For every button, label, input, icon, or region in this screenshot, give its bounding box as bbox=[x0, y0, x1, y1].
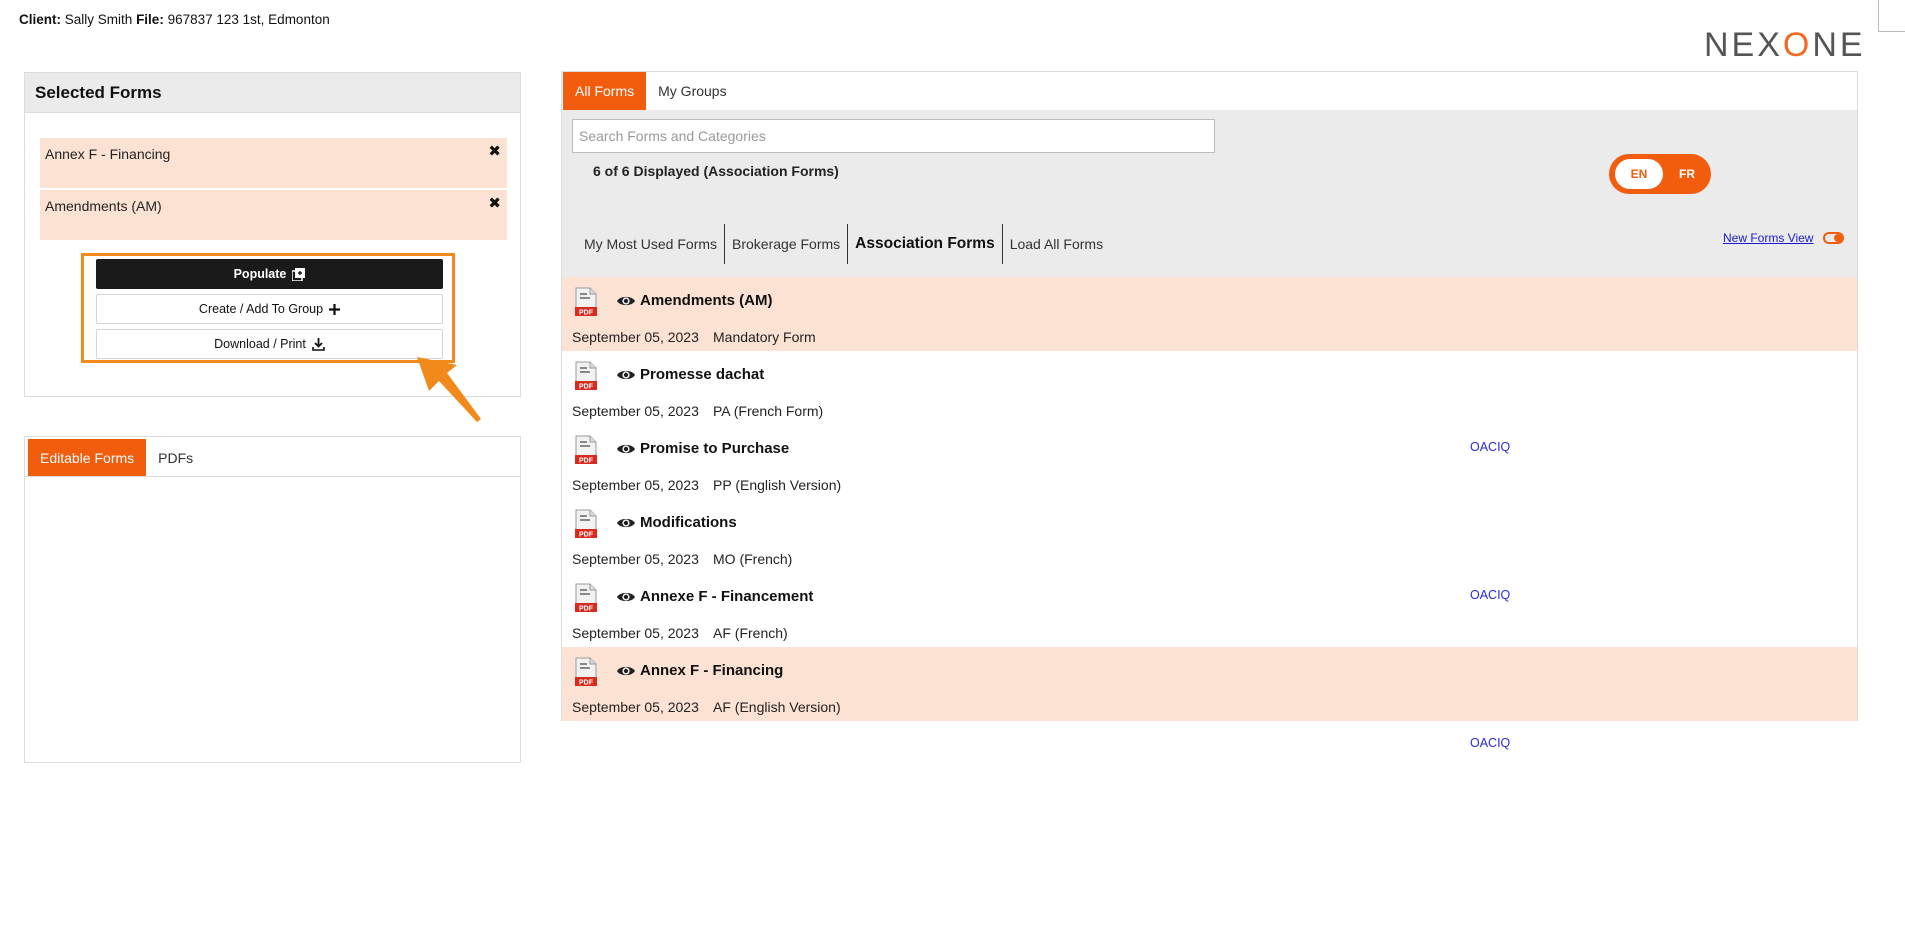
nexone-logo: NEXONE bbox=[1704, 26, 1866, 64]
remove-icon[interactable]: ✖ bbox=[488, 194, 501, 212]
form-row[interactable]: PDF Modifications September 05, 2023 MO … bbox=[562, 499, 1857, 602]
category-association[interactable]: Association Forms bbox=[848, 224, 1003, 264]
form-code: AF (English Version) bbox=[713, 699, 841, 715]
create-add-group-button[interactable]: Create / Add To Group bbox=[96, 294, 443, 324]
form-code: AF (French) bbox=[713, 625, 788, 641]
corner-box bbox=[1878, 0, 1905, 32]
category-load-all[interactable]: Load All Forms bbox=[1003, 224, 1110, 264]
form-row[interactable]: PDF Annex F - Financing September 05, 20… bbox=[562, 647, 1857, 750]
selected-forms-panel: Selected Forms Annex F - Financing ✖ Ame… bbox=[24, 72, 521, 397]
form-date: September 05, 2023 bbox=[572, 625, 699, 641]
lang-en-option[interactable]: EN bbox=[1615, 159, 1663, 189]
eye-icon[interactable] bbox=[616, 590, 636, 604]
form-code: PP (English Version) bbox=[713, 477, 842, 493]
forms-panel: All Forms My Groups 6 of 6 Displayed (As… bbox=[561, 71, 1858, 750]
form-date: September 05, 2023 bbox=[572, 699, 699, 715]
eye-icon[interactable] bbox=[616, 294, 636, 308]
category-most-used[interactable]: My Most Used Forms bbox=[577, 224, 726, 264]
new-forms-view: New Forms View bbox=[1723, 231, 1845, 245]
form-date: September 05, 2023 bbox=[572, 403, 699, 419]
category-nav: My Most Used Forms Brokerage Forms Assoc… bbox=[577, 224, 1110, 264]
new-forms-view-toggle[interactable] bbox=[1823, 232, 1845, 244]
svg-text:PDF: PDF bbox=[579, 458, 594, 465]
download-print-button[interactable]: Download / Print bbox=[96, 329, 443, 359]
form-date: September 05, 2023 bbox=[572, 477, 699, 493]
plus-icon bbox=[329, 303, 341, 315]
search-input[interactable] bbox=[572, 119, 1215, 153]
svg-text:PDF: PDF bbox=[579, 606, 594, 613]
form-row[interactable]: PDF Amendments (AM) September 05, 2023 M… bbox=[562, 277, 1857, 351]
populate-icon bbox=[292, 267, 306, 281]
form-row[interactable]: PDF Annexe F - Financement September 05,… bbox=[562, 573, 1857, 647]
lang-fr-option[interactable]: FR bbox=[1667, 159, 1707, 189]
selected-form-label: Amendments (AM) bbox=[45, 198, 162, 214]
eye-icon[interactable] bbox=[616, 442, 636, 456]
form-date: September 05, 2023 bbox=[572, 329, 699, 345]
tab-editable-forms[interactable]: Editable Forms bbox=[28, 439, 147, 476]
form-title[interactable]: Promesse dachat bbox=[640, 366, 764, 383]
svg-text:PDF: PDF bbox=[579, 532, 594, 539]
form-row[interactable]: PDF Promesse dachat September 05, 2023 P… bbox=[562, 351, 1857, 454]
form-row[interactable]: PDF Promise to Purchase September 05, 20… bbox=[562, 425, 1857, 499]
actions-callout-box: Populate Create / Add To Group Download … bbox=[81, 253, 455, 363]
editable-tabs: Editable Forms PDFs bbox=[25, 437, 520, 477]
pdf-icon: PDF bbox=[575, 435, 597, 465]
editable-forms-panel: Editable Forms PDFs bbox=[24, 436, 521, 763]
forms-tabs: All Forms My Groups bbox=[562, 72, 1857, 110]
eye-icon[interactable] bbox=[616, 664, 636, 678]
form-date: September 05, 2023 bbox=[572, 551, 699, 567]
tab-pdfs[interactable]: PDFs bbox=[146, 439, 205, 476]
eye-icon[interactable] bbox=[616, 516, 636, 530]
form-title[interactable]: Annex F - Financing bbox=[640, 662, 783, 679]
selected-form-item: Annex F - Financing ✖ bbox=[40, 138, 507, 188]
form-code: Mandatory Form bbox=[713, 329, 816, 345]
svg-text:PDF: PDF bbox=[579, 384, 594, 391]
category-brokerage[interactable]: Brokerage Forms bbox=[725, 224, 849, 264]
pdf-icon: PDF bbox=[575, 509, 597, 539]
pdf-icon: PDF bbox=[575, 287, 597, 317]
form-title[interactable]: Promise to Purchase bbox=[640, 440, 789, 457]
pdf-icon: PDF bbox=[575, 361, 597, 391]
eye-icon[interactable] bbox=[616, 368, 636, 382]
selected-form-item: Amendments (AM) ✖ bbox=[40, 190, 507, 240]
svg-text:PDF: PDF bbox=[579, 310, 594, 317]
populate-button[interactable]: Populate bbox=[96, 259, 443, 289]
tab-my-groups[interactable]: My Groups bbox=[646, 72, 738, 110]
form-list: PDF Amendments (AM) September 05, 2023 M… bbox=[562, 277, 1857, 750]
client-label: Client: bbox=[19, 12, 61, 27]
client-name: Sally Smith bbox=[64, 12, 133, 27]
form-title[interactable]: Annexe F - Financement bbox=[640, 588, 813, 605]
form-code: MO (French) bbox=[713, 551, 793, 567]
new-forms-view-link[interactable]: New Forms View bbox=[1723, 231, 1813, 245]
pdf-icon: PDF bbox=[575, 583, 597, 613]
svg-text:PDF: PDF bbox=[579, 680, 594, 687]
form-code: PA (French Form) bbox=[713, 403, 824, 419]
form-title[interactable]: Amendments (AM) bbox=[640, 292, 773, 309]
remove-icon[interactable]: ✖ bbox=[488, 142, 501, 160]
selected-form-label: Annex F - Financing bbox=[45, 146, 171, 162]
display-count: 6 of 6 Displayed (Association Forms) bbox=[593, 163, 839, 179]
pdf-icon: PDF bbox=[575, 657, 597, 687]
language-toggle[interactable]: EN FR bbox=[1609, 154, 1711, 194]
tab-all-forms[interactable]: All Forms bbox=[563, 72, 647, 110]
client-info: Client: Sally Smith File: 967837 123 1st… bbox=[19, 12, 330, 27]
file-label: File: bbox=[136, 12, 164, 27]
download-icon bbox=[312, 337, 325, 351]
selected-forms-title: Selected Forms bbox=[25, 73, 520, 113]
file-value: 967837 123 1st, Edmonton bbox=[167, 12, 330, 27]
oaciq-link[interactable]: OACIQ bbox=[1470, 736, 1510, 750]
pointer-arrow-icon bbox=[417, 357, 481, 422]
form-title[interactable]: Modifications bbox=[640, 514, 737, 531]
filter-area: 6 of 6 Displayed (Association Forms) EN … bbox=[562, 110, 1857, 277]
